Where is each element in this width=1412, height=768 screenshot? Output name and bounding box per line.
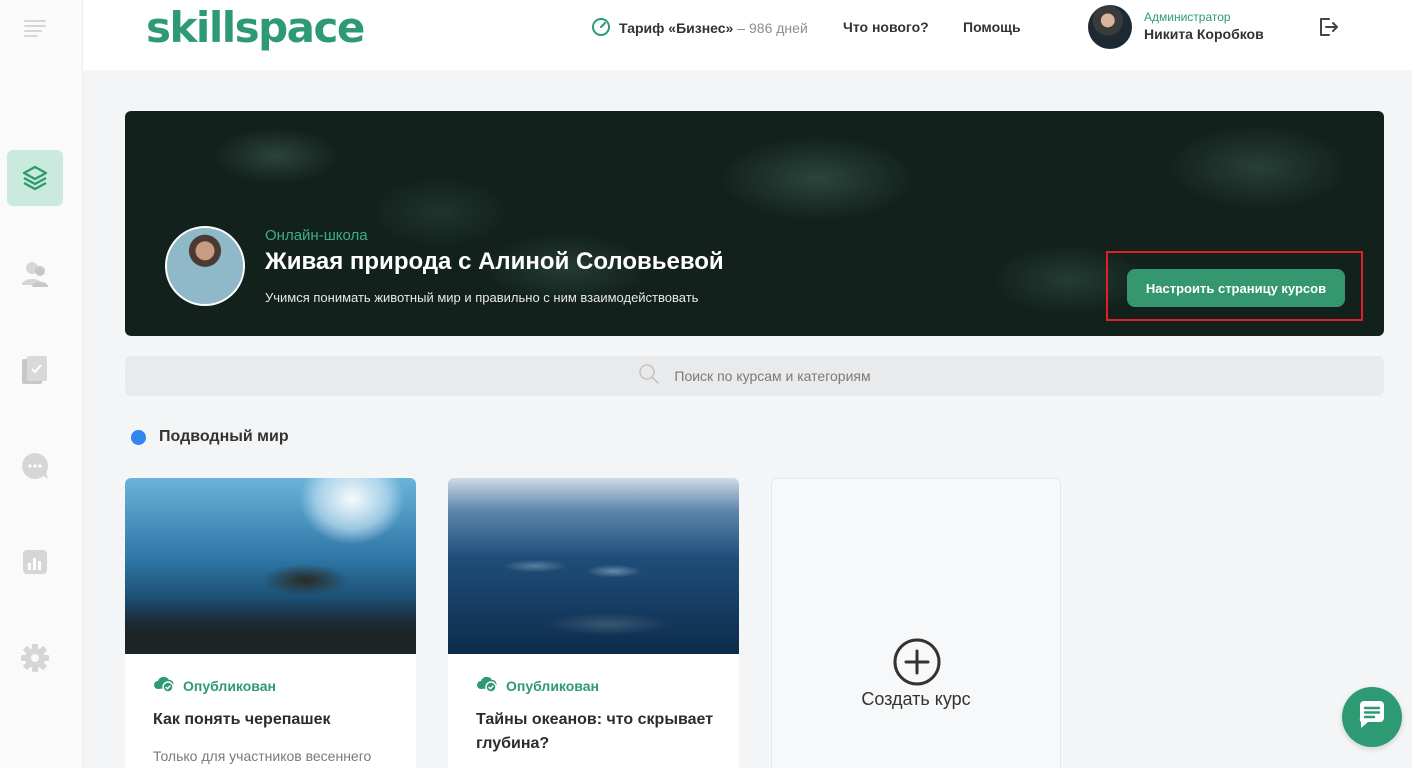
course-title: Как понять черепашек bbox=[153, 711, 331, 728]
plus-circle-icon bbox=[892, 637, 942, 692]
tariff-days: – 986 дней bbox=[737, 20, 808, 36]
course-cover-image bbox=[125, 478, 416, 654]
sidebar-item-chat[interactable] bbox=[7, 438, 63, 494]
search-icon bbox=[638, 363, 660, 390]
category-header[interactable]: Подводный мир bbox=[131, 428, 289, 446]
create-course-label: Создать курс bbox=[861, 689, 971, 709]
settings-icon bbox=[19, 642, 51, 674]
create-course-card[interactable]: Создать курс bbox=[771, 478, 1061, 768]
courses-icon bbox=[21, 164, 49, 192]
cloud-check-icon bbox=[476, 675, 498, 696]
sidebar-item-settings[interactable] bbox=[7, 630, 63, 686]
speedometer-icon bbox=[591, 17, 611, 40]
course-description: Только для участников весеннего bbox=[153, 748, 372, 764]
configure-courses-page-button[interactable]: Настроить страницу курсов bbox=[1127, 269, 1345, 307]
search-placeholder: Поиск по курсам и категориям bbox=[674, 368, 871, 384]
menu-icon[interactable] bbox=[7, 0, 63, 56]
sidebar-item-tasks[interactable] bbox=[7, 342, 63, 398]
tariff-name: Тариф «Бизнес» bbox=[619, 20, 734, 36]
sidebar bbox=[0, 0, 83, 768]
status-label: Опубликован bbox=[183, 677, 276, 694]
user-role: Администратор bbox=[1144, 10, 1231, 24]
school-avatar bbox=[165, 226, 245, 306]
user-profile[interactable]: Администратор Никита Коробков bbox=[1088, 5, 1264, 49]
support-chat-button[interactable] bbox=[1342, 687, 1402, 747]
cloud-check-icon bbox=[153, 675, 175, 696]
analytics-icon bbox=[20, 547, 50, 577]
chat-bubble-icon bbox=[1356, 699, 1388, 736]
course-cover-image bbox=[448, 478, 739, 654]
category-color-dot bbox=[131, 429, 146, 445]
logout-icon[interactable] bbox=[1317, 16, 1339, 43]
whats-new-link[interactable]: Что нового? bbox=[843, 19, 929, 35]
avatar bbox=[1088, 5, 1132, 49]
sidebar-item-courses[interactable] bbox=[7, 150, 63, 206]
logo[interactable]: skillspace bbox=[146, 2, 365, 54]
sidebar-item-analytics[interactable] bbox=[7, 534, 63, 590]
course-card[interactable]: Опубликован Как понять черепашек Только … bbox=[125, 478, 416, 768]
tariff-info[interactable]: Тариф «Бизнес» – 986 дней bbox=[591, 17, 808, 40]
chat-icon bbox=[20, 451, 50, 481]
sidebar-item-users[interactable] bbox=[7, 246, 63, 302]
school-banner: Онлайн-школа Живая природа с Алиной Соло… bbox=[125, 111, 1384, 336]
status-badge: Опубликован bbox=[476, 675, 599, 696]
top-header: skillspace Тариф «Бизнес» – 986 дней Что… bbox=[83, 0, 1412, 70]
status-label: Опубликован bbox=[506, 677, 599, 694]
help-link[interactable]: Помощь bbox=[963, 19, 1021, 35]
user-name: Никита Коробков bbox=[1144, 26, 1264, 42]
search-input[interactable]: Поиск по курсам и категориям bbox=[125, 356, 1384, 396]
course-card[interactable]: Опубликован Тайны океанов: что скрывает … bbox=[448, 478, 739, 768]
course-title: Тайны океанов: что скрывает глубина? bbox=[476, 711, 714, 752]
banner-description: Учимся понимать животный мир и правильно… bbox=[265, 290, 699, 305]
category-name: Подводный мир bbox=[159, 428, 289, 445]
banner-subtitle: Онлайн-школа bbox=[265, 227, 368, 244]
users-icon bbox=[20, 259, 50, 289]
tasks-icon bbox=[20, 354, 50, 386]
banner-title: Живая природа с Алиной Соловьевой bbox=[265, 248, 724, 275]
status-badge: Опубликован bbox=[153, 675, 276, 696]
